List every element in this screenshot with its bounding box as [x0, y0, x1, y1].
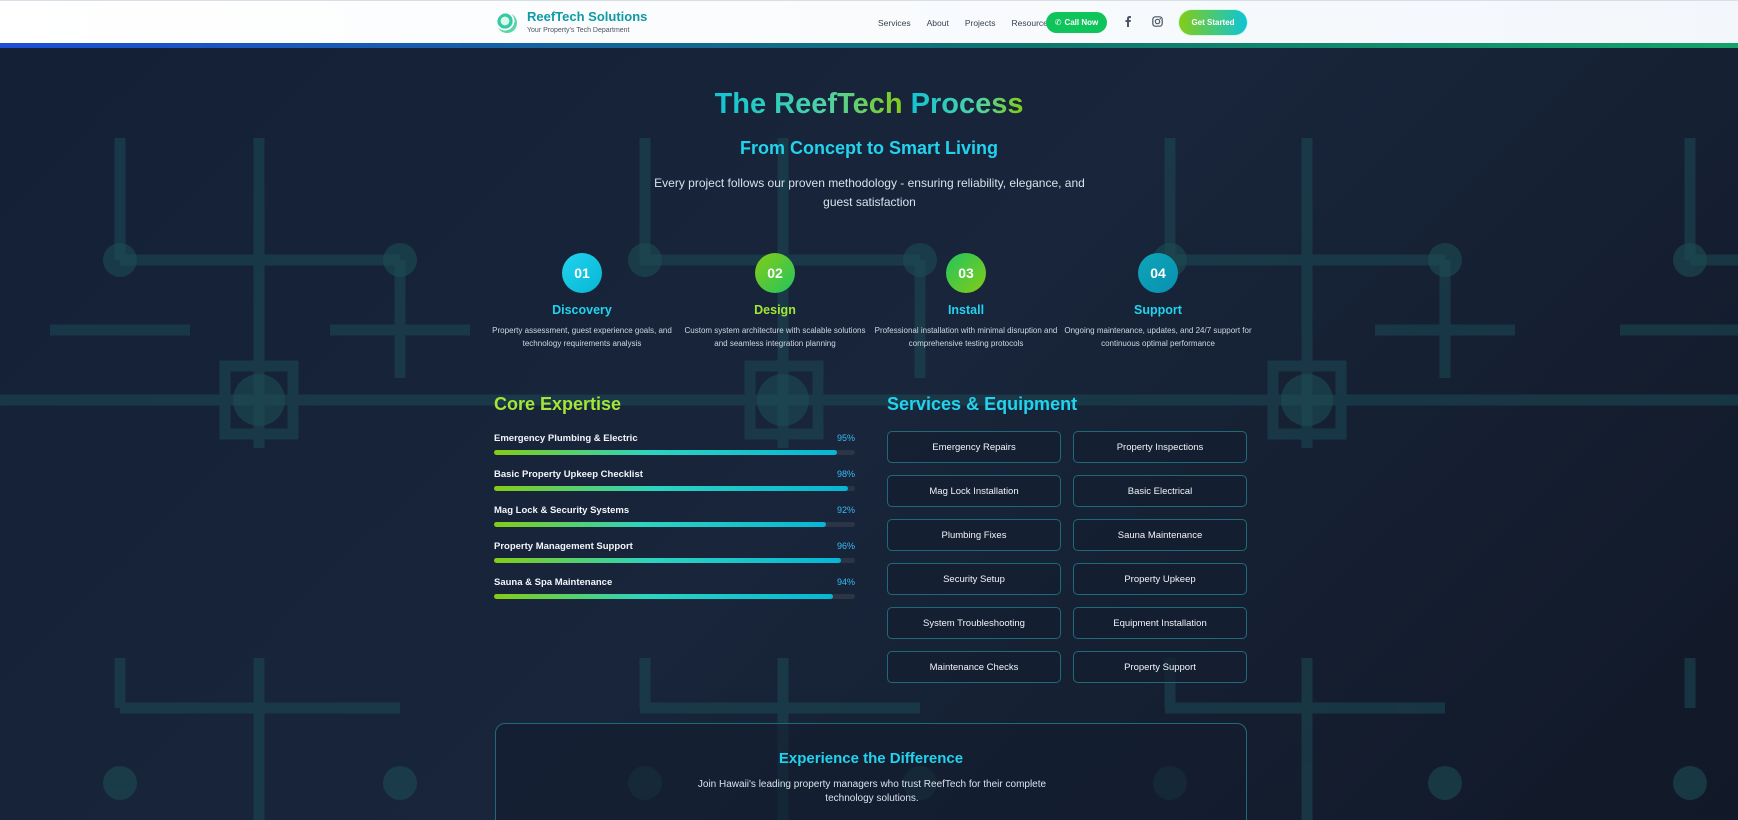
skill-name: Basic Property Upkeep Checklist	[494, 469, 643, 480]
core-expertise-heading: Core Expertise	[494, 394, 622, 414]
step-description: Property assessment, guest experience go…	[492, 326, 672, 348]
skill-percent: 96%	[836, 541, 855, 551]
service-property-upkeep[interactable]: Property Upkeep	[1073, 563, 1247, 595]
skill-fill	[494, 594, 834, 599]
page-title: The ReefTech Process	[0, 88, 1738, 121]
title-part-2: Process	[910, 88, 1024, 120]
title-part-1: The ReefTech	[714, 88, 903, 120]
main-nav: Services About Projects Resources	[878, 1, 1052, 44]
reef-logo-icon	[497, 13, 517, 33]
skill-fill	[494, 450, 837, 455]
circuit-background	[0, 48, 1738, 820]
step-description: Ongoing maintenance, updates, and 24/7 s…	[1064, 326, 1252, 348]
step-description: Custom system architecture with scalable…	[684, 326, 866, 348]
service-security-setup[interactable]: Security Setup	[887, 563, 1061, 595]
skill-percent: 98%	[836, 469, 855, 479]
cta-description: Join Hawaii's leading property managers …	[697, 779, 1047, 804]
skill-name: Property Management Support	[494, 541, 633, 552]
service-sauna-maintenance[interactable]: Sauna Maintenance	[1073, 519, 1247, 551]
service-property-support[interactable]: Property Support	[1073, 651, 1247, 683]
site-header: ReefTech Solutions Your Property's Tech …	[0, 0, 1738, 43]
call-now-label: Call Now	[1064, 18, 1099, 27]
facebook-icon[interactable]	[1124, 16, 1132, 30]
step-title: Discovery	[552, 303, 612, 317]
skill-fill	[494, 522, 827, 527]
service-property-inspections[interactable]: Property Inspections	[1073, 431, 1247, 463]
step-description: Professional installation with minimal d…	[874, 326, 1058, 348]
step-number: 04	[1138, 253, 1178, 293]
skill-row: Mag Lock & Security Systems 92%	[494, 505, 855, 527]
skill-fill	[494, 558, 841, 563]
brand-name: ReefTech Solutions	[527, 9, 648, 24]
experience-card: Experience the Difference Join Hawaii's …	[495, 723, 1247, 820]
brand-tagline: Your Property's Tech Department	[527, 27, 630, 34]
service-maintenance-checks[interactable]: Maintenance Checks	[887, 651, 1061, 683]
intro-text: Every project follows our proven methodo…	[654, 176, 1085, 209]
nav-about[interactable]: About	[927, 18, 949, 28]
step-discovery: 01 Discovery Property assessment, guest …	[487, 253, 677, 350]
service-system-troubleshooting[interactable]: System Troubleshooting	[887, 607, 1061, 639]
skill-track	[494, 558, 855, 563]
step-number: 03	[946, 253, 986, 293]
skill-percent: 92%	[836, 505, 855, 515]
header-accent-line	[0, 43, 1738, 48]
step-number: 01	[562, 253, 602, 293]
instagram-icon[interactable]	[1152, 16, 1163, 30]
skill-percent: 94%	[836, 577, 855, 587]
brand[interactable]: ReefTech Solutions Your Property's Tech …	[497, 10, 647, 36]
skill-track	[494, 522, 855, 527]
get-started-button[interactable]: Get Started	[1179, 10, 1247, 35]
skill-row: Emergency Plumbing & Electric 95%	[494, 433, 855, 455]
step-title: Install	[947, 303, 985, 317]
service-emergency-repairs[interactable]: Emergency Repairs	[887, 431, 1061, 463]
skill-name: Mag Lock & Security Systems	[494, 505, 630, 516]
step-support: 04 Support Ongoing maintenance, updates,…	[1063, 253, 1253, 350]
step-install: 03 Install Professional installation wit…	[871, 253, 1061, 350]
service-mag-lock-installation[interactable]: Mag Lock Installation	[887, 475, 1061, 507]
nav-projects[interactable]: Projects	[965, 18, 996, 28]
skill-track	[494, 594, 855, 599]
nav-services[interactable]: Services	[878, 18, 911, 28]
step-design: 02 Design Custom system architecture wit…	[680, 253, 870, 350]
skill-track	[494, 486, 855, 491]
skill-row: Property Management Support 96%	[494, 541, 855, 563]
service-equipment-installation[interactable]: Equipment Installation	[1073, 607, 1247, 639]
step-title: Support	[1134, 303, 1182, 317]
call-now-button[interactable]: ✆ Call Now	[1046, 12, 1107, 33]
phone-icon: ✆	[1054, 18, 1062, 27]
skill-row: Sauna & Spa Maintenance 94%	[494, 577, 855, 599]
skill-track	[494, 450, 855, 455]
skill-fill	[494, 486, 848, 491]
circuit-pattern	[0, 138, 1738, 820]
skill-row: Basic Property Upkeep Checklist 98%	[494, 469, 855, 491]
page-subtitle: From Concept to Smart Living	[739, 138, 998, 158]
step-number: 02	[755, 253, 795, 293]
skill-name: Emergency Plumbing & Electric	[494, 433, 638, 444]
service-basic-electrical[interactable]: Basic Electrical	[1073, 475, 1247, 507]
step-title: Design	[754, 303, 796, 317]
skill-name: Sauna & Spa Maintenance	[494, 577, 613, 588]
service-plumbing-fixes[interactable]: Plumbing Fixes	[887, 519, 1061, 551]
cta-title: Experience the Difference	[778, 750, 964, 767]
skill-percent: 95%	[836, 433, 855, 443]
services-heading: Services & Equipment	[887, 394, 1078, 414]
